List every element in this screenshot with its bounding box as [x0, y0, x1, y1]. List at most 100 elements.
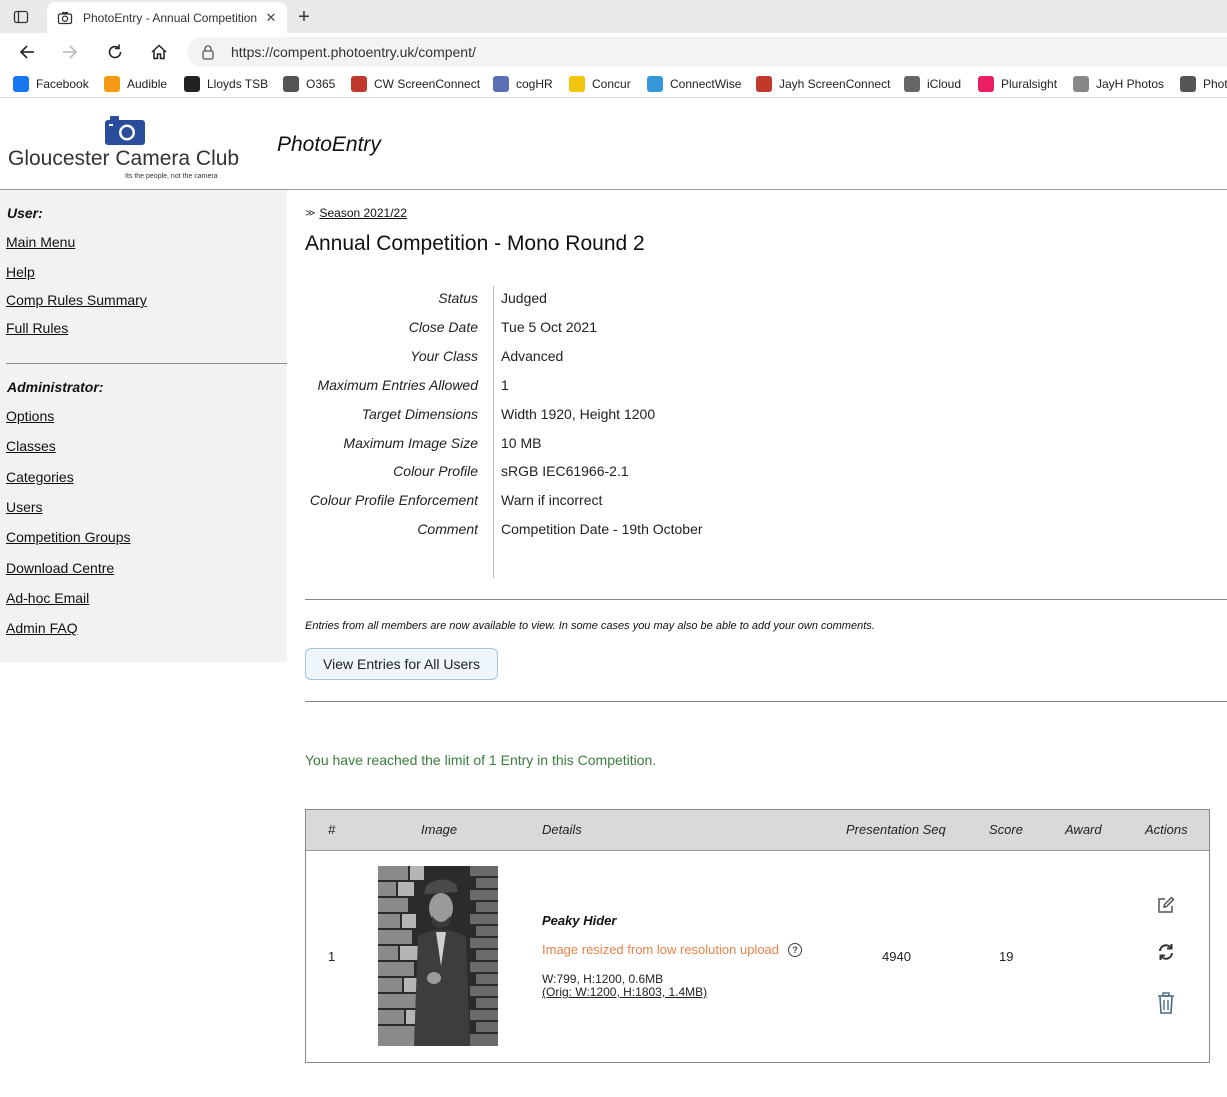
address-bar[interactable]: https://compent.photoentry.uk/compent/ [187, 37, 1227, 67]
col-header-image: Image [421, 822, 458, 837]
bookmark-connectwise[interactable]: ConnectWise [647, 75, 741, 93]
trash-icon[interactable] [1154, 991, 1178, 1015]
detail-value: Judged [501, 290, 547, 306]
camera-logo-icon [105, 116, 145, 145]
club-name: Gloucester Camera Club [8, 147, 240, 170]
user-heading: User: [7, 205, 43, 221]
sidebar-link-admin-faq[interactable]: Admin FAQ [6, 620, 78, 636]
detail-row: Maximum Image Size 10 MB [305, 435, 905, 464]
detail-label: Close Date [408, 318, 478, 335]
hr-icon [493, 76, 509, 92]
bookmark-lloyds-tsb[interactable]: Lloyds TSB [184, 75, 268, 93]
replace-image-icon[interactable] [1154, 940, 1178, 964]
tab-actions-icon[interactable] [10, 6, 32, 28]
breadcrumb-season-link[interactable]: Season 2021/22 [319, 206, 406, 220]
sidebar-link-adhoc-email[interactable]: Ad-hoc Email [6, 590, 89, 606]
sidebar-link-help[interactable]: Help [6, 264, 35, 280]
back-icon[interactable] [14, 39, 40, 65]
sidebar-link-download-centre[interactable]: Download Centre [6, 560, 114, 576]
sidebar-link-categories[interactable]: Categories [6, 469, 74, 485]
main-content: ≫ Season 2021/22 Annual Competition - Mo… [305, 190, 1227, 1097]
edit-icon[interactable] [1154, 893, 1178, 917]
admin-heading: Administrator: [7, 379, 104, 395]
sidebar-link-comp-rules-summary[interactable]: Comp Rules Summary [6, 292, 147, 308]
detail-row: Comment Competition Date - 19th October [305, 521, 905, 550]
bookmark-audible[interactable]: Audible [104, 75, 167, 93]
club-tagline: Its the people, not the camera [125, 173, 218, 180]
home-icon[interactable] [146, 39, 172, 65]
bookmark-label: JayH Photos [1096, 77, 1165, 91]
detail-row: Your Class Advanced [305, 348, 905, 377]
entry-presentation-seq: 4940 [882, 949, 911, 964]
close-tab-icon[interactable]: ✕ [263, 10, 279, 26]
sidebar-link-options[interactable]: Options [6, 408, 54, 424]
detail-label: Maximum Image Size [343, 434, 478, 451]
bookmark-cw-screenconnect[interactable]: CW ScreenConnect [351, 75, 480, 93]
entry-warning-text: Image resized from low resolution upload [542, 942, 780, 957]
help-icon[interactable]: ? [788, 942, 803, 957]
concur-icon [569, 76, 585, 92]
entries-notice: Entries from all members are now availab… [305, 620, 875, 632]
detail-row: Status Judged [305, 290, 905, 319]
double-chevron-icon: ≫ [305, 207, 316, 219]
col-header-details: Details [542, 822, 582, 837]
bookmark-pluralsight[interactable]: Pluralsight [978, 75, 1057, 93]
bookmark-coghr[interactable]: cogHR [493, 75, 553, 93]
entry-title: Peaky Hider [542, 913, 617, 928]
screenconnect-icon [756, 76, 772, 92]
pluralsight-icon [978, 76, 994, 92]
bookmark-jayh-screenconnect[interactable]: Jayh ScreenConnect [756, 75, 890, 93]
sidebar-link-full-rules[interactable]: Full Rules [6, 320, 68, 336]
refresh-icon[interactable] [102, 39, 128, 65]
club-logo[interactable]: Gloucester Camera Club Its the people, n… [8, 113, 248, 185]
sidebar-link-main-menu[interactable]: Main Menu [6, 234, 75, 250]
col-header-score: Score [989, 822, 1023, 837]
detail-label: Colour Profile Enforcement [309, 492, 478, 509]
bookmark-label: O365 [306, 77, 336, 91]
bookmark-o365[interactable]: O365 [283, 75, 335, 93]
photos-icon [1073, 76, 1089, 92]
site-header: Gloucester Camera Club Its the people, n… [0, 103, 1227, 190]
bookmark-icloud[interactable]: iCloud [904, 75, 961, 93]
bookmark-concur[interactable]: Concur [569, 75, 631, 93]
bookmark-phot[interactable]: Phot [1180, 75, 1227, 93]
facebook-icon [13, 76, 29, 92]
detail-label: Colour Profile [393, 463, 478, 480]
sidebar-link-classes[interactable]: Classes [6, 438, 56, 454]
detail-label: Comment [417, 521, 478, 538]
lock-icon[interactable] [201, 44, 217, 60]
bookmark-label: ConnectWise [670, 77, 742, 91]
browser-tab[interactable]: PhotoEntry - Annual Competition ✕ [47, 2, 287, 33]
forward-icon[interactable] [57, 39, 83, 65]
new-tab-icon[interactable]: + [292, 5, 316, 29]
url-text[interactable]: https://compent.photoentry.uk/compent/ [231, 44, 476, 60]
bookmark-label: cogHR [516, 77, 553, 91]
sidebar-link-competition-groups[interactable]: Competition Groups [6, 529, 131, 545]
bookmark-label: Jayh ScreenConnect [779, 77, 891, 91]
bookmark-jayh-photos[interactable]: JayH Photos [1073, 75, 1164, 93]
camera-icon [57, 9, 75, 27]
detail-row: Maximum Entries Allowed 1 [305, 377, 905, 406]
audible-icon [104, 76, 120, 92]
apple-icon [904, 76, 920, 92]
view-entries-button[interactable]: View Entries for All Users [305, 648, 498, 680]
document-icon [283, 76, 299, 92]
detail-value: 10 MB [501, 434, 542, 451]
entry-limit-message: You have reached the limit of 1 Entry in… [305, 752, 657, 768]
col-header-presentation-seq: Presentation Seq [846, 822, 946, 837]
browser-nav-bar: https://compent.photoentry.uk/compent/ [0, 33, 1227, 70]
detail-value: Tue 5 Oct 2021 [501, 318, 597, 335]
detail-row: Colour Profile sRGB IEC61966-2.1 [305, 463, 905, 492]
entry-warning: Image resized from low resolution upload… [542, 942, 803, 957]
entry-original-dimensions-link[interactable]: (Orig: W:1200, H:1803, 1.4MB) [542, 985, 707, 999]
entry-thumbnail[interactable] [378, 866, 498, 1046]
sidebar-divider [6, 363, 287, 364]
detail-label: Your Class [410, 347, 478, 364]
detail-value: 1 [501, 376, 509, 393]
sidebar-link-users[interactable]: Users [6, 499, 43, 515]
detail-value: Warn if incorrect [501, 492, 603, 509]
bookmark-facebook[interactable]: Facebook [13, 75, 89, 93]
sidebar: User: Main Menu Help Comp Rules Summary … [0, 190, 287, 662]
detail-value: Width 1920, Height 1200 [501, 405, 656, 422]
bookmark-label: Pluralsight [1001, 77, 1058, 91]
